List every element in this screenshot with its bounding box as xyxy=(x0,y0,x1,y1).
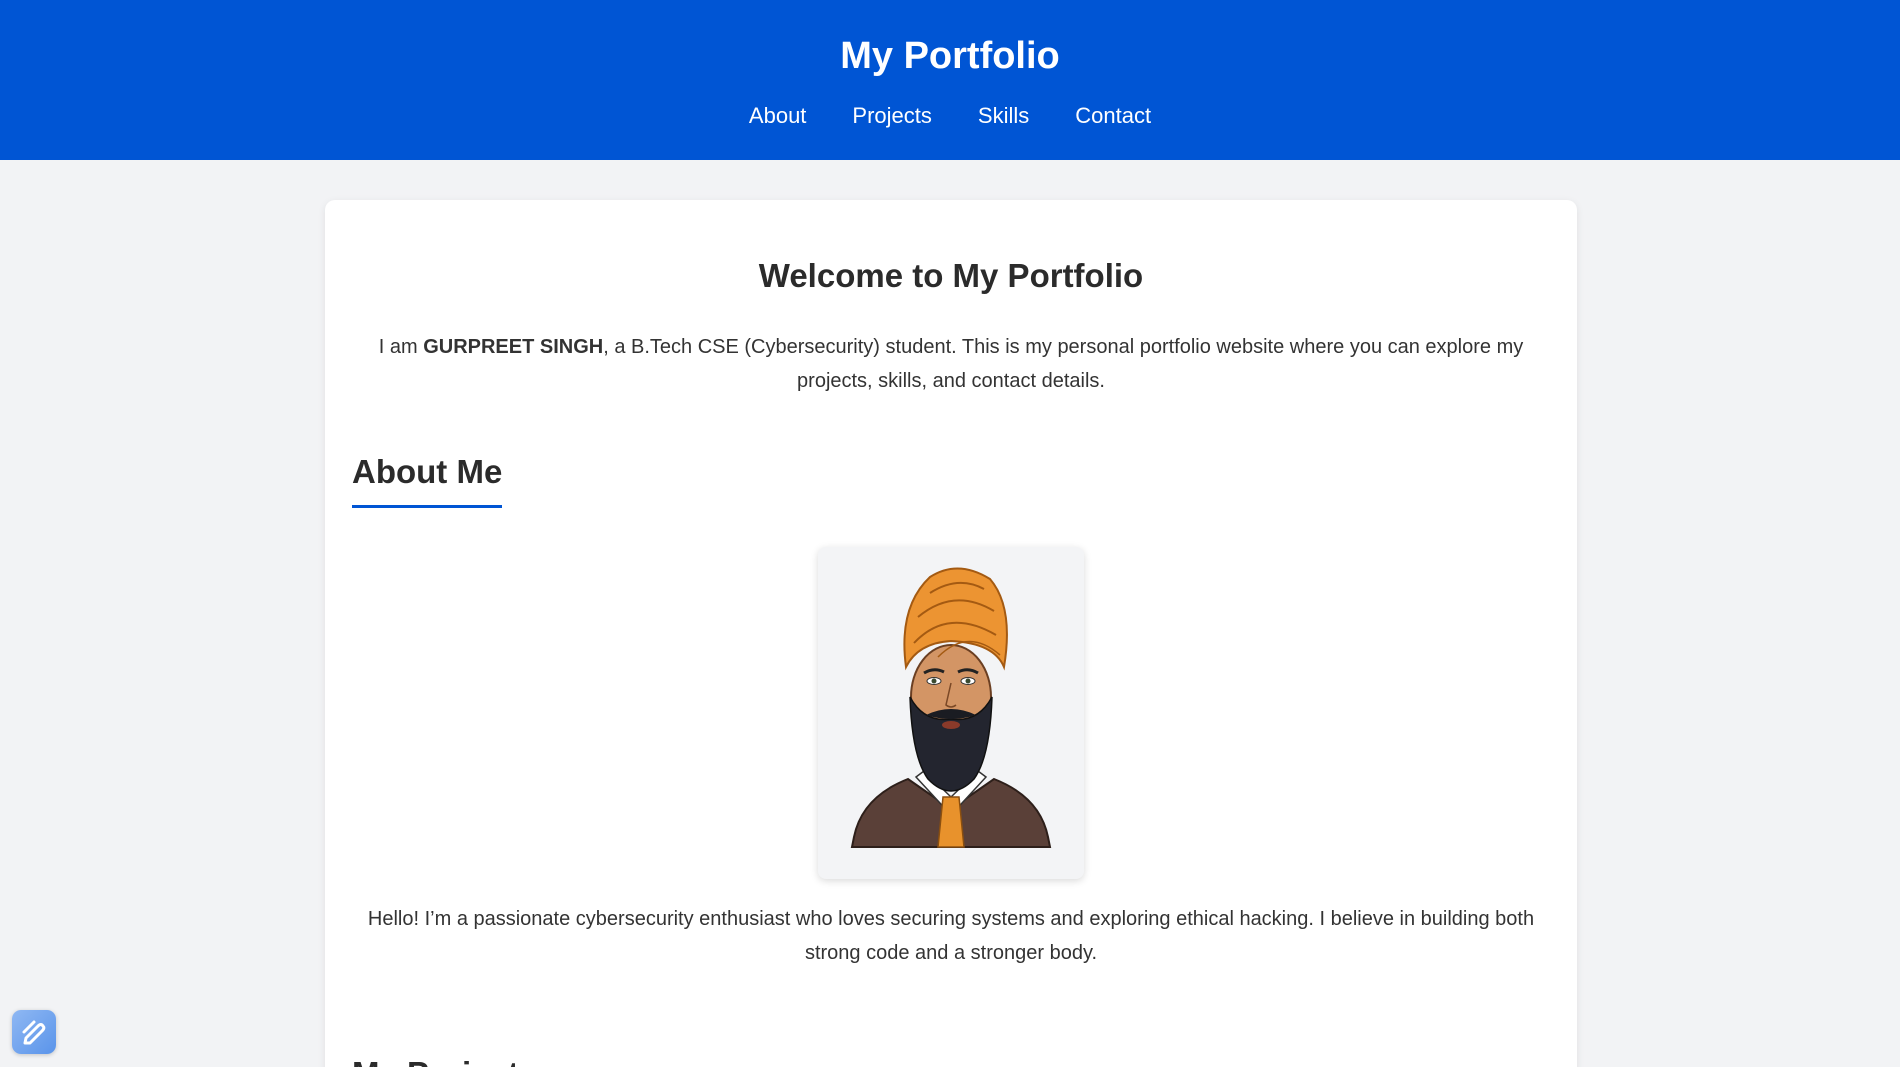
edit-pen-icon xyxy=(22,1020,46,1045)
about-text: Hello! I’m a passionate cybersecurity en… xyxy=(367,908,1535,964)
profile-image xyxy=(818,547,1084,879)
nav-link-contact[interactable]: Contact xyxy=(1075,100,1151,132)
about-heading: About Me xyxy=(352,450,503,508)
intro-name: GURPREET SINGH xyxy=(423,336,604,358)
content-card: Welcome to My Portfolio I am GURPREET SI… xyxy=(325,200,1577,1067)
nav-link-projects[interactable]: Projects xyxy=(852,100,931,132)
welcome-title: Welcome to My Portfolio xyxy=(758,257,1144,294)
portrait-illustration xyxy=(850,567,1052,848)
site-header: My Portfolio About Projects Skills Conta… xyxy=(0,0,1900,160)
intro-text: I am GURPREET SINGH, a B.Tech CSE (Cyber… xyxy=(349,330,1553,398)
projects-heading: My Projects xyxy=(352,1052,537,1067)
page: My Portfolio About Projects Skills Conta… xyxy=(0,0,1900,1067)
intro-prefix: I am xyxy=(378,336,424,358)
intro-suffix: , a B.Tech CSE (Cybersecurity) student. … xyxy=(603,336,1524,392)
nav-link-about[interactable]: About xyxy=(749,100,807,132)
nav-link-skills[interactable]: Skills xyxy=(978,100,1029,132)
site-title: My Portfolio xyxy=(840,35,1060,77)
floating-widget-button[interactable] xyxy=(12,1010,56,1054)
main-nav: About Projects Skills Contact xyxy=(0,100,1900,132)
